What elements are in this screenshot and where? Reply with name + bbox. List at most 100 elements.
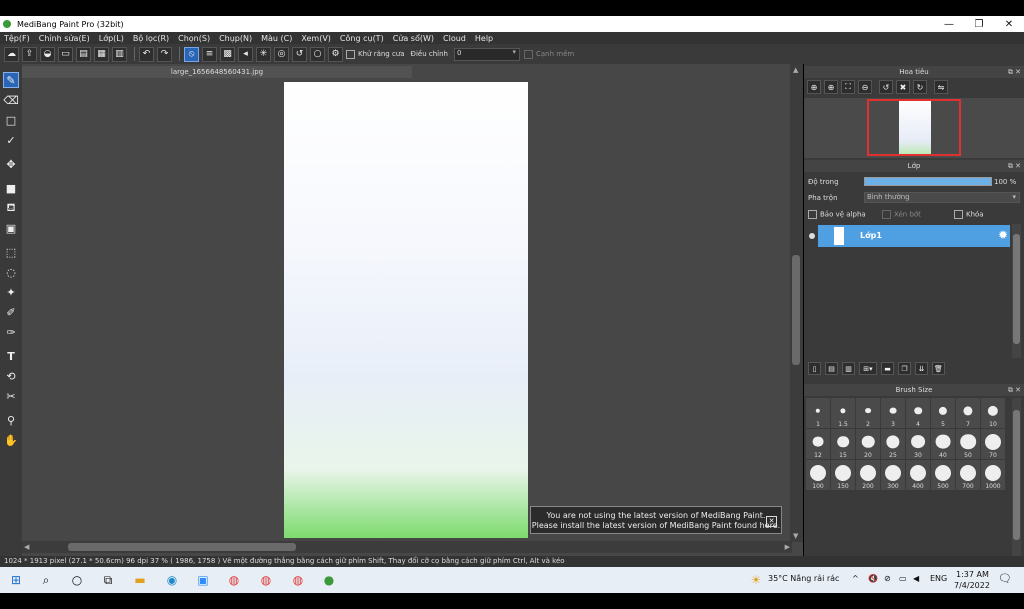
task-view-icon[interactable]: ⧉	[100, 572, 116, 588]
brush-size-option[interactable]: 100	[806, 460, 830, 490]
brush-size-option[interactable]: 40	[931, 429, 955, 459]
horizontal-scroll-thumb[interactable]	[68, 543, 296, 551]
weather-icon[interactable]: ☀	[748, 572, 764, 588]
layer-scroll-thumb[interactable]	[1013, 234, 1020, 344]
snap-ellipse-icon[interactable]: ○	[310, 46, 325, 62]
operation-tool-icon[interactable]: ⟲	[3, 368, 19, 384]
layer-visibility-icon[interactable]	[809, 233, 815, 239]
snap-radial-icon[interactable]: ✳	[256, 46, 271, 62]
brush-size-option[interactable]: 30	[906, 429, 930, 459]
mute-icon[interactable]: 🔇	[868, 574, 878, 583]
panel-controls-icon[interactable]: ⧉ ✕	[1008, 66, 1021, 78]
brush-size-option[interactable]: 2	[856, 398, 880, 428]
bucket-tool-icon[interactable]: ⛾	[3, 200, 19, 216]
battery-icon[interactable]: ▭	[899, 574, 907, 583]
menu-snap[interactable]: Chụp(N)	[219, 34, 252, 43]
select-eraser-icon[interactable]: ✑	[3, 324, 19, 340]
brush-size-option[interactable]: 70	[981, 429, 1005, 459]
brush-size-option[interactable]: 10	[981, 398, 1005, 428]
menu-tools[interactable]: Công cụ(T)	[340, 34, 384, 43]
lasso-select-icon[interactable]: ◌	[3, 264, 19, 280]
menu-cloud[interactable]: Cloud	[443, 34, 466, 43]
magic-wand-icon[interactable]: ✦	[3, 284, 19, 300]
speech-icon[interactable]: ▭	[58, 46, 73, 62]
layer-scrollbar[interactable]	[1012, 224, 1021, 358]
brush-size-option[interactable]: 7	[956, 398, 980, 428]
brush-size-option[interactable]: 5	[931, 398, 955, 428]
new-8bit-layer-icon[interactable]: ▥	[842, 362, 855, 375]
fit-icon[interactable]: ⛶	[841, 80, 855, 94]
brush-size-option[interactable]: 1	[806, 398, 830, 428]
chrome-profile-icon[interactable]: ◍	[258, 572, 274, 588]
smooth-edge-checkbox[interactable]	[524, 49, 533, 59]
chrome-profile-2-icon[interactable]: ◍	[290, 572, 306, 588]
snap-circle-icon[interactable]: ◎	[274, 46, 289, 62]
vertical-scroll-thumb[interactable]	[792, 255, 800, 365]
adjust-select[interactable]: 0	[454, 47, 520, 61]
brush-tool-icon[interactable]: ✎	[3, 72, 19, 88]
trash-icon[interactable]: 🗑	[932, 362, 945, 375]
menu-edit[interactable]: Chỉnh sửa(E)	[39, 34, 90, 43]
brush-size-option[interactable]: 15	[831, 429, 855, 459]
medibang-taskbar-icon[interactable]: ●	[321, 572, 337, 588]
snap-parallel-icon[interactable]: ≡	[202, 46, 217, 62]
comment-icon[interactable]: ◒	[40, 46, 55, 62]
cortana-icon[interactable]: ○	[69, 572, 85, 588]
protect-alpha-checkbox[interactable]	[808, 210, 817, 219]
menu-help[interactable]: Help	[475, 34, 493, 43]
file-explorer-icon[interactable]: ▬	[132, 572, 148, 588]
brush-size-option[interactable]: 400	[906, 460, 930, 490]
new-layer-icon[interactable]: ▯	[808, 362, 821, 375]
eraser-tool-icon[interactable]: ⌫	[3, 92, 19, 108]
brush-size-option[interactable]: 500	[931, 460, 955, 490]
clock-time[interactable]: 1:37 AM	[956, 570, 989, 579]
redo-icon[interactable]: ↷	[157, 46, 172, 62]
flip-icon[interactable]: ⇋	[934, 80, 948, 94]
brush-size-option[interactable]: 1.5	[831, 398, 855, 428]
minimize-icon[interactable]: —	[934, 16, 964, 32]
menu-window[interactable]: Cửa sổ(W)	[393, 34, 434, 43]
merge-layer-icon[interactable]: ⇊	[915, 362, 928, 375]
document-tab[interactable]: large_1656648560431.jpg	[22, 66, 412, 78]
rect-select-icon[interactable]: ⬚	[3, 244, 19, 260]
protect-alpha-option[interactable]: Bảo vệ alpha	[808, 210, 866, 219]
chevron-up-icon[interactable]: ^	[852, 574, 859, 583]
eyedropper-icon[interactable]: ⚲	[3, 412, 19, 428]
scroll-up-icon[interactable]: ▲	[793, 66, 798, 74]
cloud-icon[interactable]: ☁	[4, 46, 19, 62]
search-icon[interactable]: ⌕	[38, 572, 54, 588]
volume-icon[interactable]: ◀	[913, 574, 919, 583]
menu-file[interactable]: Tệp(F)	[4, 34, 30, 43]
select-pen-tool-icon[interactable]: ✐	[3, 304, 19, 320]
brush-size-option[interactable]: 1000	[981, 460, 1005, 490]
panel-controls-icon[interactable]: ⧉ ✕	[1008, 160, 1021, 172]
brush-size-option[interactable]: 25	[881, 429, 905, 459]
move-tool-icon[interactable]: ✥	[3, 156, 19, 172]
gradient-tool-icon[interactable]: ▣	[3, 220, 19, 236]
new-halftone-layer-icon[interactable]: ▤	[825, 362, 838, 375]
restore-icon[interactable]: ❐	[964, 16, 994, 32]
viewport-frame[interactable]	[867, 99, 961, 156]
menu-filter[interactable]: Bộ lọc(R)	[133, 34, 169, 43]
chrome-icon[interactable]: ◍	[226, 572, 242, 588]
snap-settings-icon[interactable]: ⚙	[328, 46, 343, 62]
scroll-right-icon[interactable]: ▶	[785, 543, 790, 551]
brush-scroll-thumb[interactable]	[1013, 410, 1020, 540]
brush-size-option[interactable]: 200	[856, 460, 880, 490]
grid-page-icon[interactable]: ▦	[94, 46, 109, 62]
rotate-reset-icon[interactable]: ✖	[896, 80, 910, 94]
upload-icon[interactable]: ⇪	[22, 46, 37, 62]
clipping-option[interactable]: Xén bớt	[882, 210, 921, 219]
rotate-left-icon[interactable]: ↺	[879, 80, 893, 94]
menu-layer[interactable]: Lớp(L)	[99, 34, 124, 43]
clock-date[interactable]: 7/4/2022	[954, 581, 990, 590]
layer-item[interactable]: Lớp1 ✹	[818, 225, 1010, 247]
rotate-right-icon[interactable]: ↻	[913, 80, 927, 94]
notice-close-icon[interactable]: ✕	[766, 516, 777, 527]
menu-view[interactable]: Xem(V)	[301, 34, 331, 43]
lock-checkbox[interactable]	[954, 210, 963, 219]
zoom-app-icon[interactable]: ▣	[195, 572, 211, 588]
language-indicator[interactable]: ENG	[930, 574, 947, 583]
snap-vanish-icon[interactable]: ◂	[238, 46, 253, 62]
shape-tool-icon[interactable]: ■	[3, 180, 19, 196]
